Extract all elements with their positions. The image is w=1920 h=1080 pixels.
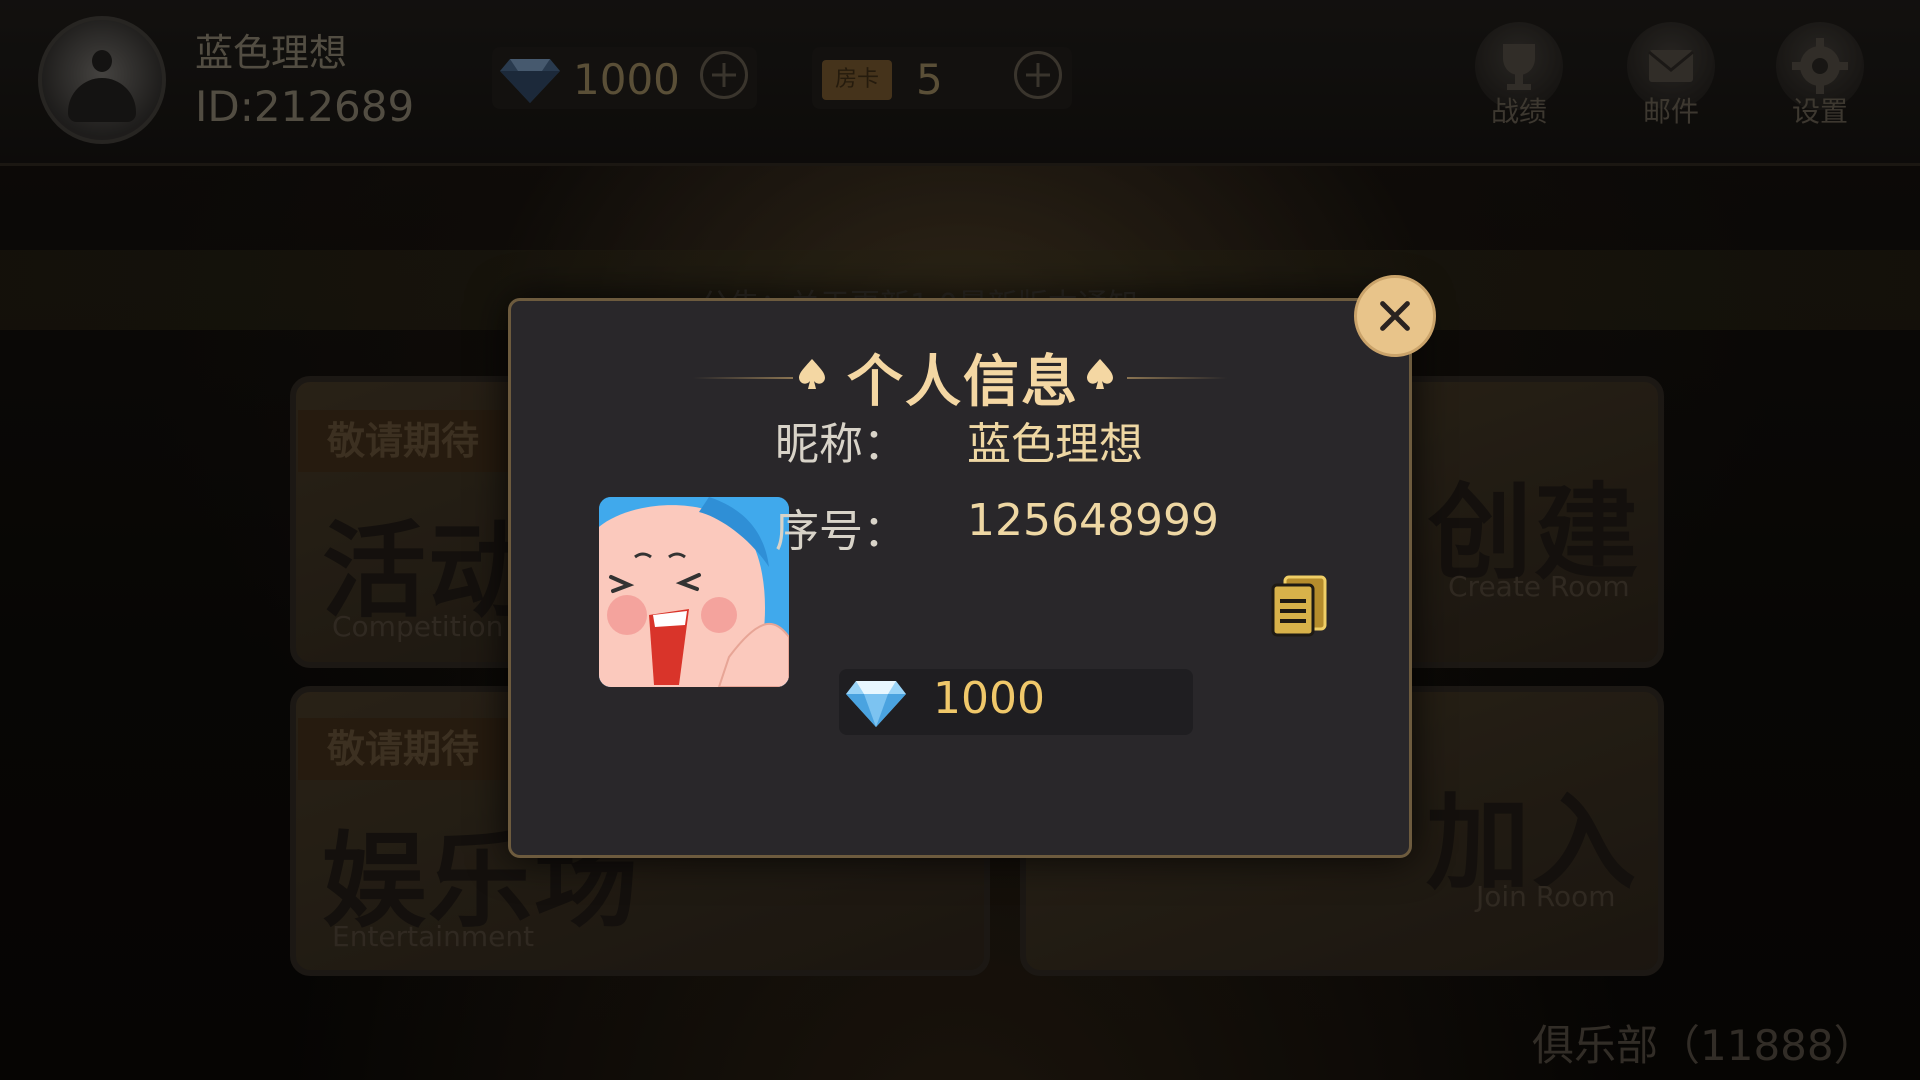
copy-icon[interactable] xyxy=(1269,575,1329,637)
serial-label: 序号： xyxy=(775,506,907,557)
nickname-value: 蓝色理想 xyxy=(967,419,1143,470)
diamond-icon xyxy=(846,681,906,727)
personal-info-dialog: 个人信息 昵称： 蓝色理想 序号： 125648999 1000 xyxy=(508,298,1412,858)
profile-picture xyxy=(599,497,789,687)
close-button[interactable] xyxy=(1354,275,1436,357)
title-divider-right xyxy=(1127,377,1227,379)
dialog-title: 个人信息 xyxy=(847,350,1079,415)
spade-icon xyxy=(1087,359,1113,389)
nickname-label: 昵称： xyxy=(775,419,907,470)
cartoon-avatar-image xyxy=(599,497,789,687)
serial-value: 125648999 xyxy=(967,495,1219,546)
diamond-balance: 1000 xyxy=(933,673,1045,724)
